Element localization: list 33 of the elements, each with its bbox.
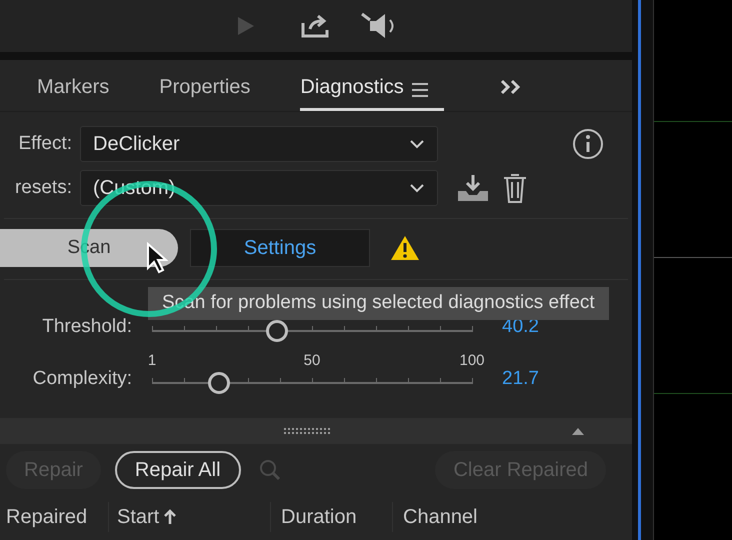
settings-button[interactable]: Settings [190,229,370,267]
chevron-icon [409,139,425,149]
field-label: resets: [14,176,73,200]
menu-icon[interactable] [412,83,428,97]
export-icon[interactable] [300,13,330,39]
panel-tab[interactable]: Markers [37,72,110,111]
panel-tab[interactable]: Diagnostics [300,72,444,111]
column-header[interactable]: Start [117,502,160,532]
grip-icon [284,428,332,434]
field-label: Effect: [17,132,73,156]
column-header[interactable]: Channel [403,502,478,532]
sort-arrow-icon [163,509,178,525]
chevron-icon [409,183,425,193]
slider-label: Complexity: [32,366,133,390]
cursor-icon [146,242,168,274]
scale-label: 100 [459,351,485,371]
effect-dropdown[interactable]: DeClicker [80,126,438,162]
slider-value[interactable]: 21.7 [502,364,539,394]
chevrons-icon[interactable] [500,79,522,95]
column-header[interactable]: Duration [281,502,357,532]
trash-icon[interactable] [502,172,528,204]
scale-label: 50 [304,351,320,371]
scale-label: 1 [148,351,156,371]
info-icon[interactable] [572,128,604,160]
collapse-icon[interactable] [572,427,584,435]
slider-thumb[interactable] [208,372,230,394]
panel-tab[interactable]: Properties [159,72,250,111]
slider-label: Threshold: [41,314,133,338]
repair-button[interactable]: Repair All [114,451,241,489]
download-icon[interactable] [456,173,490,203]
slider-thumb[interactable] [266,320,288,342]
warning-icon [390,235,420,261]
column-header[interactable]: Repaired [6,502,88,532]
